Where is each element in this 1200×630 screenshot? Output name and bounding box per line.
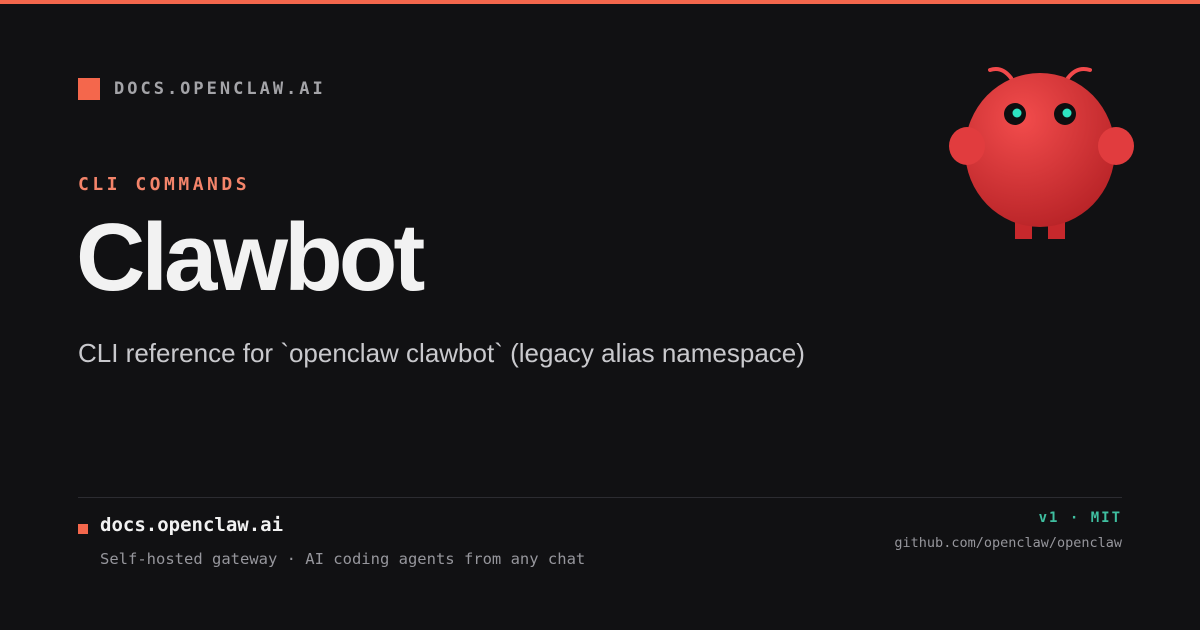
footer-tagline: Self-hosted gateway · AI coding agents f… xyxy=(100,550,586,568)
footer-square-icon xyxy=(78,524,88,534)
page-title: Clawbot xyxy=(76,204,425,311)
site-tag: DOCS.OPENCLAW.AI xyxy=(78,78,326,100)
top-accent-bar xyxy=(0,0,1200,4)
footer-right: v1 · MIT github.com/openclaw/openclaw xyxy=(894,510,1122,551)
site-label: DOCS.OPENCLAW.AI xyxy=(114,79,326,99)
lobster-mascot-icon xyxy=(949,67,1134,239)
footer-domain: docs.openclaw.ai xyxy=(100,514,284,536)
section-label: CLI COMMANDS xyxy=(78,174,251,195)
repo-link: github.com/openclaw/openclaw xyxy=(894,535,1122,551)
version-badge: v1 · MIT xyxy=(1038,510,1122,526)
footer-divider xyxy=(78,497,1122,498)
page-subtitle: CLI reference for `openclaw clawbot` (le… xyxy=(78,338,805,368)
accent-square-icon xyxy=(78,78,100,100)
